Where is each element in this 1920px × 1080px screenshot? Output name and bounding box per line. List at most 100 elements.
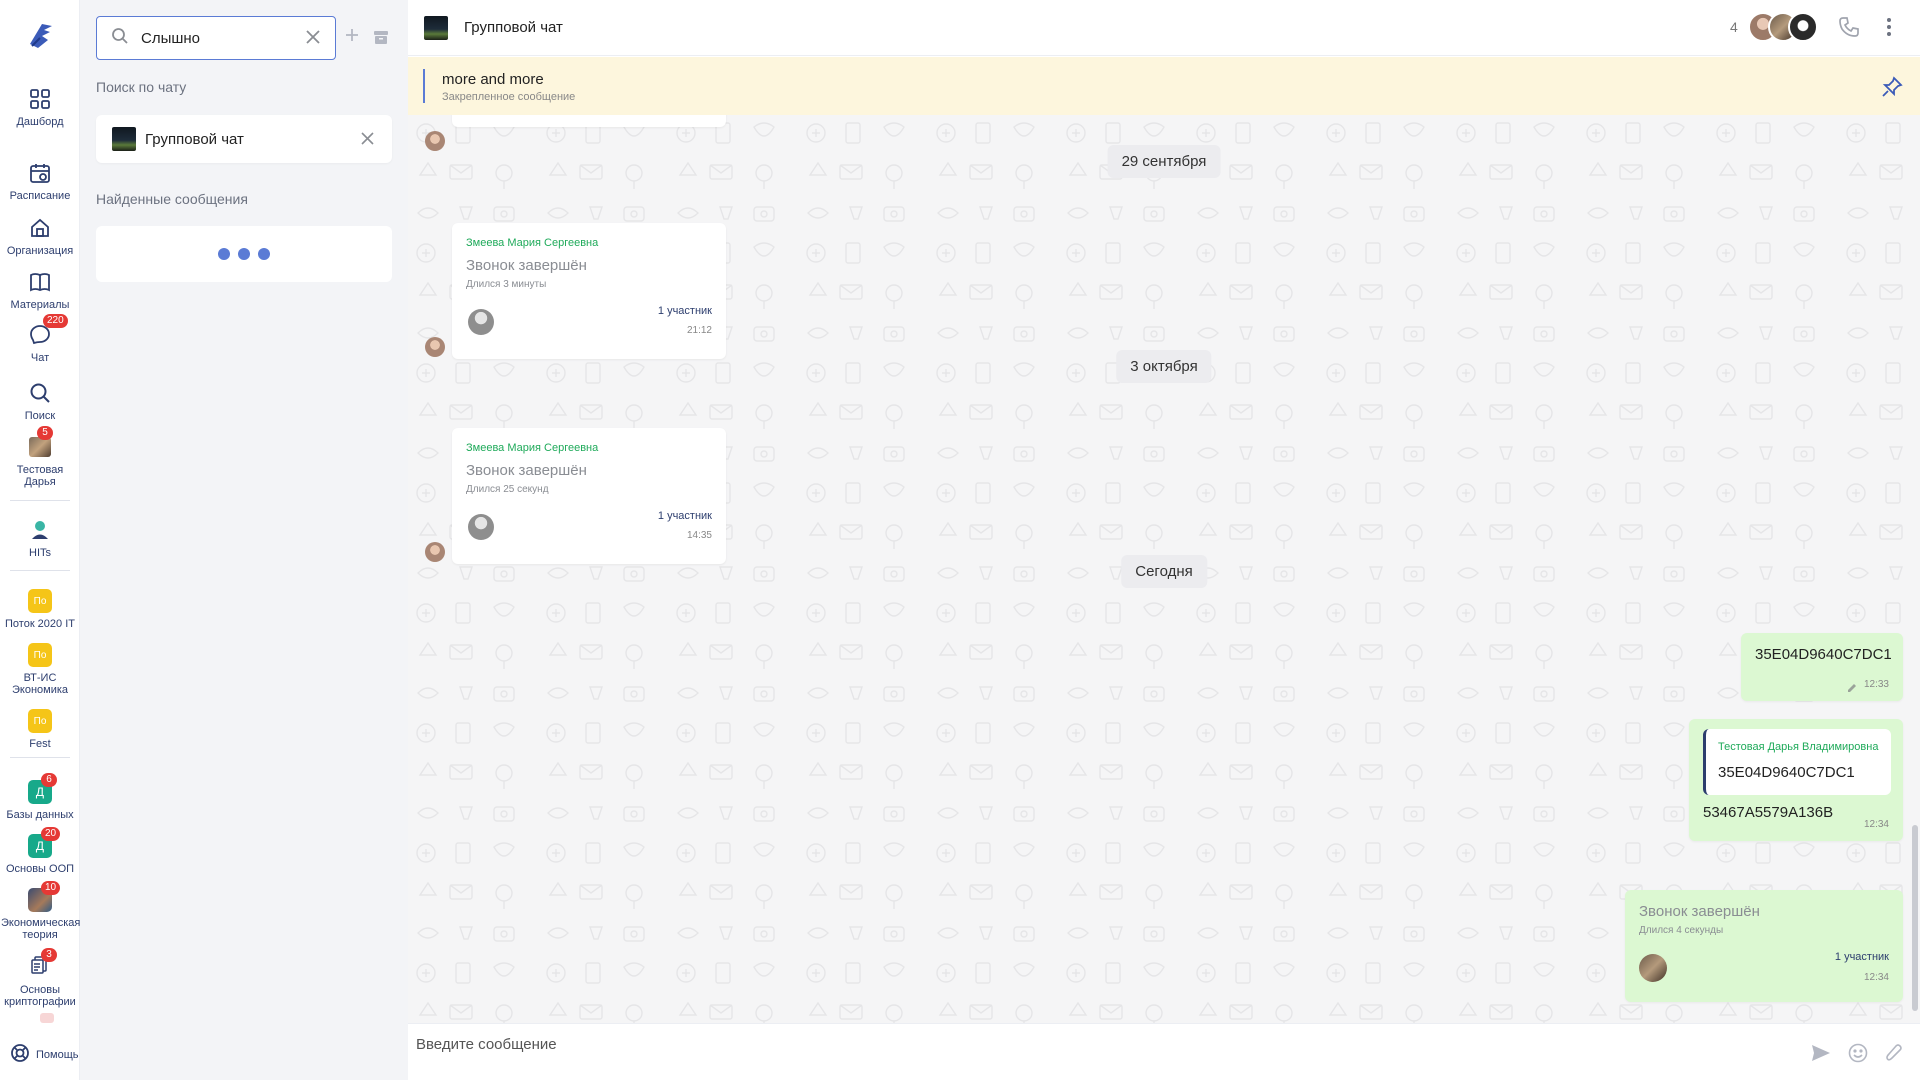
quoted-message[interactable]: Тестовая Дарья Владимировна 35E04D9640C7…: [1703, 729, 1891, 795]
pin-icon[interactable]: [1880, 75, 1904, 104]
call-duration: Длился 4 секунды: [1639, 925, 1724, 936]
chat-thumbnail: [424, 15, 448, 40]
loading-dot: [238, 248, 250, 260]
message-list[interactable]: 29 сентября Змеева Мария Сергеевна Звоно…: [408, 115, 1920, 1023]
chat-icon: 220: [27, 314, 68, 348]
emoji-icon[interactable]: [1848, 1043, 1868, 1068]
message-time: 12:34: [1863, 819, 1889, 830]
outgoing-message[interactable]: 35E04D9640C7DC1 12:33: [1741, 633, 1903, 701]
pinned-accent: [423, 69, 425, 103]
pinned-message-bar[interactable]: more and more Закрепленное сообщение: [408, 57, 1920, 115]
edited-pencil-icon: [1847, 680, 1857, 698]
outgoing-call-message[interactable]: Звонок завершён Длился 4 секунды 1 участ…: [1625, 890, 1903, 1002]
lifebuoy-icon: [10, 1043, 30, 1066]
nav-label: Экономическая теория: [1, 917, 81, 941]
send-icon[interactable]: [1811, 1044, 1831, 1067]
call-message[interactable]: Змеева Мария Сергеевна Звонок завершён Д…: [452, 223, 726, 359]
more-options-icon[interactable]: [1886, 17, 1892, 42]
message-text: 53467A5579A136B: [1703, 804, 1834, 821]
group-badge-square: По: [28, 709, 52, 733]
message-scrollbar[interactable]: [1912, 825, 1918, 1011]
sender-avatar[interactable]: [425, 337, 445, 357]
nav-item-organization[interactable]: Организация: [0, 215, 80, 257]
nav-item-group-vtis[interactable]: По ВТ-ИС Экономика: [0, 642, 80, 696]
loading-dot: [218, 248, 230, 260]
nav-label: ВТ-ИС Экономика: [11, 672, 69, 696]
course-badge: 3: [41, 948, 57, 962]
search-scope-chip[interactable]: Групповой чат: [96, 115, 392, 163]
nav-item-course-economics[interactable]: 10 Экономическая теория: [0, 881, 81, 941]
nav-item-course-oop[interactable]: Д 20 Основы ООП: [0, 827, 80, 875]
nav-label: Поиск: [24, 410, 56, 422]
chat-badge: 220: [43, 314, 68, 328]
call-icon[interactable]: [1838, 16, 1860, 43]
quoted-text: 35E04D9640C7DC1: [1718, 764, 1855, 781]
nav-item-hits[interactable]: HITs: [0, 517, 80, 559]
remove-scope-icon[interactable]: [361, 132, 374, 150]
participant-avatar[interactable]: [1639, 954, 1667, 982]
nav-label: Тестовая Дарья: [16, 464, 64, 488]
date-separator: 3 октября: [1116, 350, 1212, 383]
nav-divider: [10, 570, 70, 571]
nav-item-course-databases[interactable]: Д 6 Базы данных: [0, 773, 80, 821]
search-loading-indicator: [96, 226, 392, 282]
nav-label: Основы ООП: [5, 863, 75, 875]
nav-label: Поток 2020 IT: [5, 618, 75, 630]
hits-logo-icon: [27, 517, 53, 543]
calendar-icon: [27, 160, 53, 186]
nav-item-schedule[interactable]: Расписание: [0, 160, 80, 202]
date-separator: Сегодня: [1121, 555, 1207, 588]
call-status: Звонок завершён: [466, 257, 587, 274]
app-logo[interactable]: [22, 18, 58, 54]
nav-item-materials[interactable]: Материалы: [0, 269, 80, 311]
archive-icon[interactable]: [373, 29, 389, 50]
nav-item-dashboard[interactable]: Дашборд: [0, 86, 80, 128]
message-time: 21:12: [686, 325, 712, 336]
search-input[interactable]: [141, 29, 291, 47]
call-participants[interactable]: 1 участник: [658, 305, 712, 317]
nav-item-chat[interactable]: 220 Чат: [0, 314, 80, 364]
nav-label: Организация: [6, 245, 74, 257]
call-participants[interactable]: 1 участник: [658, 510, 712, 522]
chat-view: Групповой чат 4 more and more Закрепленн…: [408, 0, 1920, 1080]
sender-avatar[interactable]: [425, 542, 445, 562]
pinned-subtitle: Закрепленное сообщение: [442, 91, 576, 103]
profile-avatar: 5: [27, 426, 53, 460]
pinned-text: more and more: [442, 71, 544, 88]
organization-icon: [27, 215, 53, 241]
add-chat-icon[interactable]: [345, 28, 359, 47]
nav-divider: [10, 757, 70, 758]
loading-dot: [258, 248, 270, 260]
message-input[interactable]: [416, 1036, 1716, 1053]
participant-avatar[interactable]: [468, 309, 494, 335]
nav-label: Чат: [30, 352, 50, 364]
nav-item-course-crypto[interactable]: 3 Основы криптографии: [0, 948, 80, 1008]
clear-search-icon[interactable]: [305, 29, 321, 50]
book-icon: [27, 269, 53, 295]
chat-search-section-label: Поиск по чату: [96, 79, 187, 95]
course-badge: 10: [41, 881, 61, 895]
participant-avatar[interactable]: [468, 514, 494, 540]
nav-overflow-badge: [40, 1013, 54, 1023]
chat-title[interactable]: Групповой чат: [464, 19, 563, 36]
nav-item-profile[interactable]: 5 Тестовая Дарья: [0, 426, 80, 488]
group-badge-square: По: [28, 643, 52, 667]
message-time: 14:35: [686, 530, 712, 541]
message-author[interactable]: Змеева Мария Сергеевна: [466, 237, 598, 249]
nav-item-group-fest[interactable]: По Fest: [0, 708, 80, 750]
nav-label: Базы данных: [6, 809, 74, 821]
nav-label: Материалы: [10, 299, 70, 311]
call-message[interactable]: Змеева Мария Сергеевна Звонок завершён Д…: [452, 428, 726, 564]
message-author[interactable]: Змеева Мария Сергеевна: [466, 442, 598, 454]
previous-message-tail: [452, 115, 726, 127]
member-avatars[interactable]: [1748, 12, 1818, 42]
help-link[interactable]: Помощь: [10, 1043, 79, 1066]
nav-item-search[interactable]: Поиск: [0, 380, 80, 422]
attach-icon[interactable]: [1885, 1042, 1903, 1069]
call-participants[interactable]: 1 участник: [1835, 951, 1889, 963]
call-duration: Длился 3 минуты: [466, 279, 547, 290]
nav-item-group-stream2020[interactable]: По Поток 2020 IT: [0, 588, 80, 630]
nav-label: Fest: [29, 738, 51, 750]
nav-label: HITs: [29, 547, 51, 559]
outgoing-reply-message[interactable]: Тестовая Дарья Владимировна 35E04D9640C7…: [1689, 719, 1903, 841]
